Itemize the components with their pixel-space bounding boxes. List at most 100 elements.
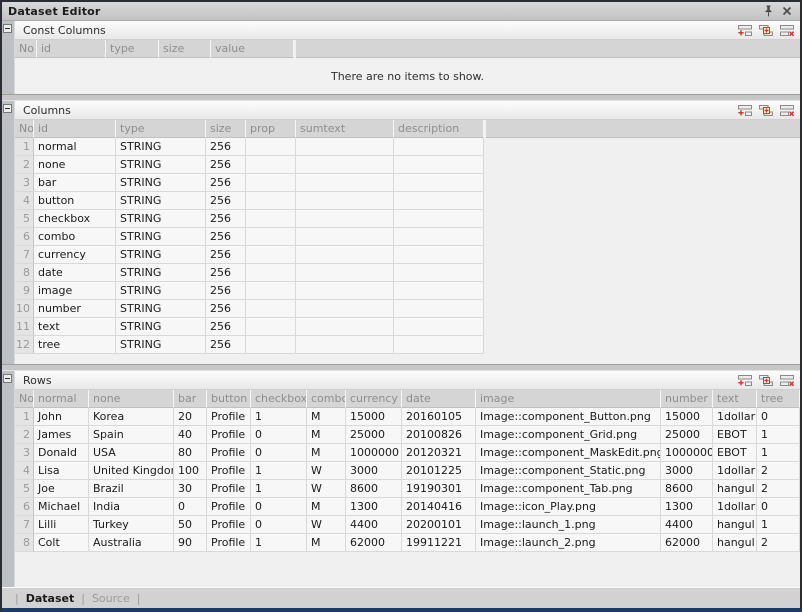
column-header-number[interactable]: number — [661, 390, 713, 408]
cell-type[interactable]: STRING — [116, 336, 206, 354]
cell-id[interactable]: button — [34, 192, 116, 210]
row-number-cell[interactable]: 4 — [15, 462, 34, 480]
cell-sumtext[interactable] — [296, 246, 394, 264]
cell-bar[interactable]: 50 — [174, 516, 207, 534]
cell-description[interactable] — [394, 210, 484, 228]
cell-tree[interactable]: 1 — [757, 444, 800, 462]
cell-type[interactable]: STRING — [116, 282, 206, 300]
cell-prop[interactable] — [246, 210, 296, 228]
cell-image[interactable]: Image::component_MaskEdit.png — [476, 444, 661, 462]
column-header-size[interactable]: size — [159, 40, 211, 58]
cell-currency[interactable]: 15000 — [346, 408, 402, 426]
column-header-size[interactable]: size — [206, 120, 246, 138]
cell-image[interactable]: Image::icon_Play.png — [476, 498, 661, 516]
cell-normal[interactable]: Colt — [34, 534, 89, 552]
column-header-type[interactable]: type — [106, 40, 159, 58]
cell-none[interactable]: India — [89, 498, 174, 516]
cell-number[interactable]: 62000 — [661, 534, 713, 552]
cell-button[interactable]: Profile — [207, 498, 251, 516]
add-row-button[interactable] — [735, 103, 754, 118]
cell-size[interactable]: 256 — [206, 246, 246, 264]
column-header-id[interactable]: id — [34, 120, 116, 138]
cell-button[interactable]: Profile — [207, 426, 251, 444]
insert-row-button[interactable] — [756, 23, 775, 38]
cell-bar[interactable]: 100 — [174, 462, 207, 480]
cell-tree[interactable]: 2 — [757, 462, 800, 480]
column-header-image[interactable]: image — [476, 390, 661, 408]
cell-button[interactable]: Profile — [207, 480, 251, 498]
delete-row-button[interactable] — [777, 103, 796, 118]
cell-button[interactable]: Profile — [207, 516, 251, 534]
row-number-cell[interactable]: 7 — [15, 246, 34, 264]
cell-prop[interactable] — [246, 174, 296, 192]
column-header-no[interactable]: No — [15, 120, 34, 138]
cell-prop[interactable] — [246, 228, 296, 246]
row-number-cell[interactable]: 1 — [15, 408, 34, 426]
cell-sumtext[interactable] — [296, 300, 394, 318]
cell-sumtext[interactable] — [296, 192, 394, 210]
cell-bar[interactable]: 0 — [174, 498, 207, 516]
cell-text[interactable]: EBOT — [713, 444, 757, 462]
cell-size[interactable]: 256 — [206, 156, 246, 174]
cell-currency[interactable]: 1000000 — [346, 444, 402, 462]
tab-dataset[interactable]: Dataset — [26, 592, 75, 605]
column-header-combo[interactable]: combo — [307, 390, 346, 408]
row-number-cell[interactable]: 10 — [15, 300, 34, 318]
cell-tree[interactable]: 0 — [757, 498, 800, 516]
cell-text[interactable]: hangul — [713, 516, 757, 534]
close-button[interactable] — [779, 4, 795, 18]
cell-size[interactable]: 256 — [206, 264, 246, 282]
cell-type[interactable]: STRING — [116, 318, 206, 336]
cell-type[interactable]: STRING — [116, 174, 206, 192]
cell-currency[interactable]: 1300 — [346, 498, 402, 516]
cell-text[interactable]: hangul — [713, 480, 757, 498]
column-header-date[interactable]: date — [402, 390, 476, 408]
column-header-no[interactable]: No — [15, 40, 37, 58]
cell-type[interactable]: STRING — [116, 210, 206, 228]
add-row-button[interactable] — [735, 373, 754, 388]
cell-button[interactable]: Profile — [207, 534, 251, 552]
row-number-cell[interactable]: 5 — [15, 480, 34, 498]
cell-image[interactable]: Image::component_Static.png — [476, 462, 661, 480]
cell-bar[interactable]: 40 — [174, 426, 207, 444]
row-number-cell[interactable]: 5 — [15, 210, 34, 228]
cell-sumtext[interactable] — [296, 210, 394, 228]
cell-id[interactable]: bar — [34, 174, 116, 192]
row-number-cell[interactable]: 3 — [15, 444, 34, 462]
row-number-cell[interactable]: 11 — [15, 318, 34, 336]
column-header-currency[interactable]: currency — [346, 390, 402, 408]
cell-none[interactable]: United Kingdom — [89, 462, 174, 480]
row-number-cell[interactable]: 6 — [15, 228, 34, 246]
cell-id[interactable]: currency — [34, 246, 116, 264]
cell-description[interactable] — [394, 300, 484, 318]
column-header-description[interactable]: description — [394, 120, 484, 138]
cell-size[interactable]: 256 — [206, 282, 246, 300]
row-number-cell[interactable]: 8 — [15, 264, 34, 282]
cell-tree[interactable]: 1 — [757, 516, 800, 534]
cell-combo[interactable]: M — [307, 498, 346, 516]
cell-tree[interactable]: 1 — [757, 426, 800, 444]
cell-prop[interactable] — [246, 138, 296, 156]
row-number-cell[interactable]: 1 — [15, 138, 34, 156]
cell-number[interactable]: 3000 — [661, 462, 713, 480]
cell-currency[interactable]: 3000 — [346, 462, 402, 480]
column-header-bar[interactable]: bar — [174, 390, 207, 408]
cell-combo[interactable]: M — [307, 534, 346, 552]
cell-size[interactable]: 256 — [206, 300, 246, 318]
cell-normal[interactable]: James — [34, 426, 89, 444]
column-header-checkbox[interactable]: checkbox — [251, 390, 307, 408]
cell-prop[interactable] — [246, 300, 296, 318]
column-header-none[interactable]: none — [89, 390, 174, 408]
cell-type[interactable]: STRING — [116, 192, 206, 210]
cell-normal[interactable]: Lilli — [34, 516, 89, 534]
cell-prop[interactable] — [246, 264, 296, 282]
cell-none[interactable]: Korea — [89, 408, 174, 426]
cell-image[interactable]: Image::component_Tab.png — [476, 480, 661, 498]
column-header-normal[interactable]: normal — [34, 390, 89, 408]
cell-normal[interactable]: Donald — [34, 444, 89, 462]
cell-sumtext[interactable] — [296, 336, 394, 354]
delete-row-button[interactable] — [777, 373, 796, 388]
row-number-cell[interactable]: 4 — [15, 192, 34, 210]
cell-sumtext[interactable] — [296, 282, 394, 300]
cell-description[interactable] — [394, 174, 484, 192]
